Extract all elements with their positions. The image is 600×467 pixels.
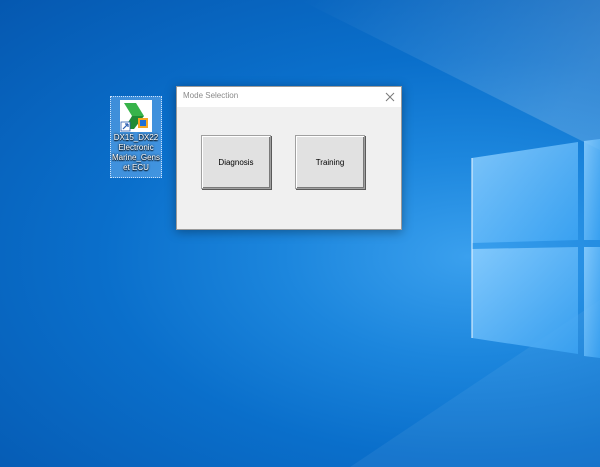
desktop-shortcut-dx15-dx22-ecu[interactable]: DX15_DX22 Electronic Marine_Gens et ECU	[110, 96, 162, 178]
mode-selection-dialog: Mode Selection Diagnosis Training	[176, 86, 402, 230]
dialog-titlebar[interactable]: Mode Selection	[177, 87, 401, 107]
desktop: DX15_DX22 Electronic Marine_Gens et ECU …	[0, 0, 600, 467]
window-pane-bottom-right	[584, 247, 600, 358]
close-icon	[385, 92, 395, 102]
window-pane-bottom-left	[472, 247, 578, 354]
dialog-title: Mode Selection	[183, 91, 239, 100]
desktop-shortcut-label: DX15_DX22 Electronic Marine_Gens et ECU	[111, 133, 161, 172]
app-logo-icon	[120, 100, 152, 132]
close-button[interactable]	[381, 88, 399, 106]
diagnosis-button[interactable]: Diagnosis	[201, 135, 271, 189]
window-pane-top-left	[472, 142, 578, 243]
training-button[interactable]: Training	[295, 135, 365, 189]
window-pane-top-right	[584, 139, 600, 240]
windows-logo-wallpaper	[300, 0, 600, 467]
